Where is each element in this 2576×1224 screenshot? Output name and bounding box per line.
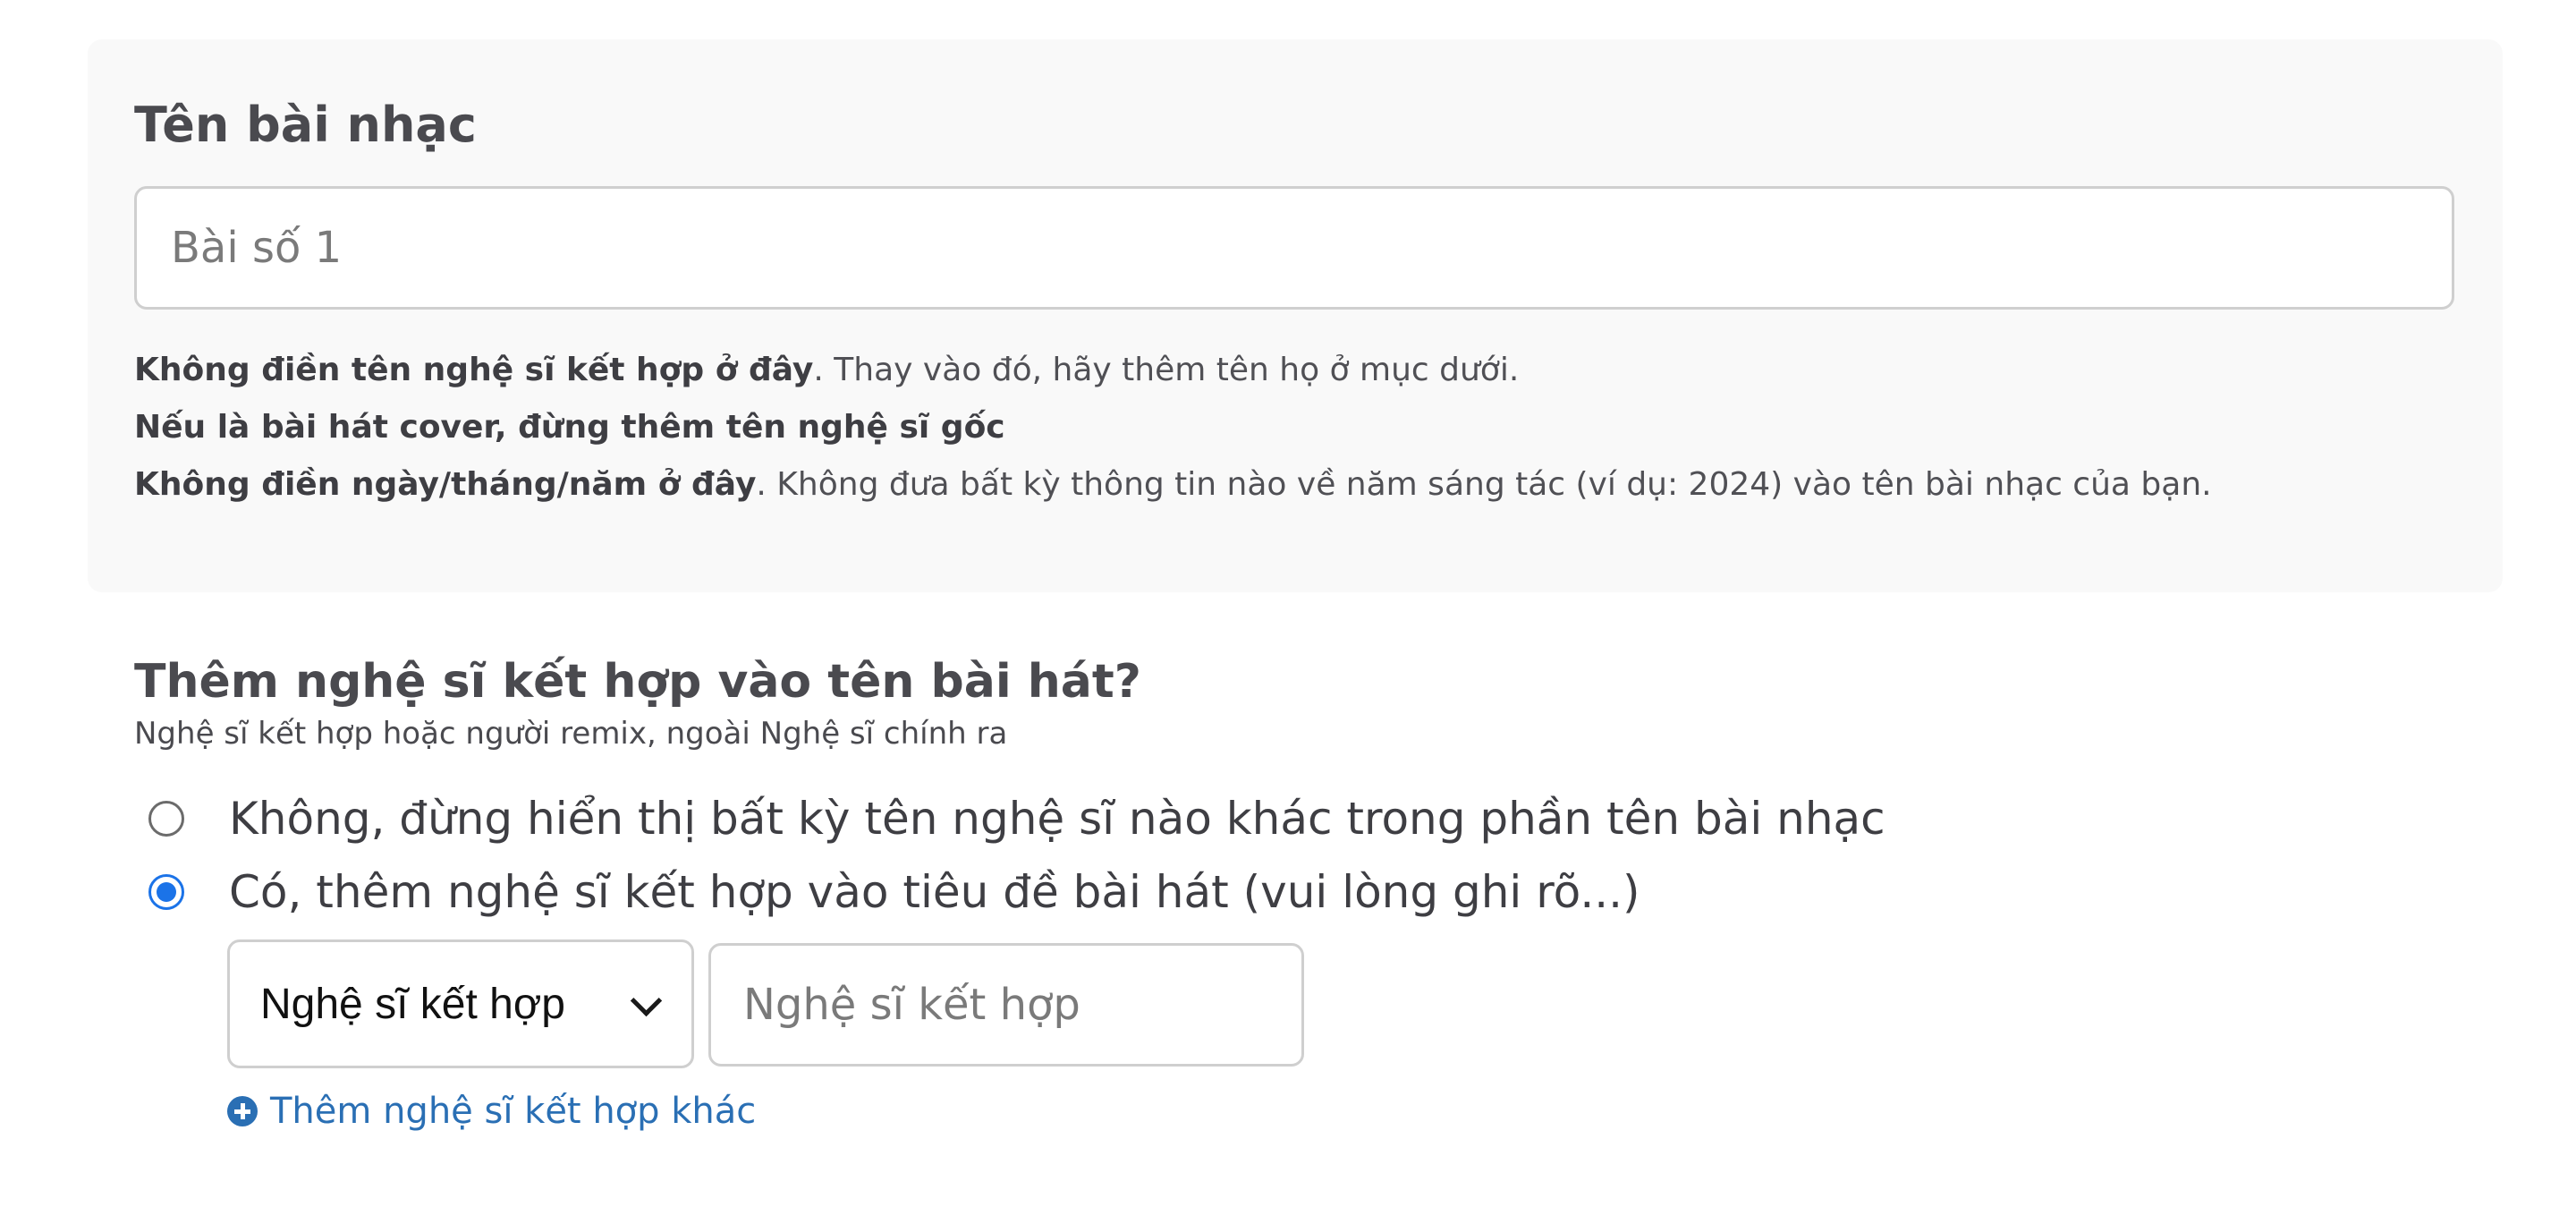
- featured-artists-title: Thêm nghệ sĩ kết hợp vào tên bài hát?: [134, 655, 1141, 709]
- radio-no-circle[interactable]: [148, 801, 184, 837]
- help-line-date-text: . Không đưa bất kỳ thông tin nào về năm …: [756, 466, 2212, 503]
- radio-option-no-label: Không, đừng hiển thị bất kỳ tên nghệ sĩ …: [229, 793, 1885, 845]
- help-line-cover-bold: Nếu là bài hát cover, đừng thêm tên nghệ…: [134, 409, 1005, 446]
- help-line-collab-text: . Thay vào đó, hãy thêm tên họ ở mục dướ…: [813, 352, 1520, 388]
- artist-role-select-value: Nghệ sĩ kết hợp: [260, 980, 565, 1028]
- radio-option-yes[interactable]: Có, thêm nghệ sĩ kết hợp vào tiêu đề bài…: [148, 861, 1640, 923]
- add-featured-artist-label: Thêm nghệ sĩ kết hợp khác: [270, 1091, 757, 1132]
- help-line-date: Không điền ngày/tháng/năm ở đây. Không đ…: [134, 463, 2212, 506]
- radio-option-no[interactable]: Không, đừng hiển thị bất kỳ tên nghệ sĩ …: [148, 787, 1885, 850]
- help-line-collab-bold: Không điền tên nghệ sĩ kết hợp ở đây: [134, 352, 814, 388]
- help-line-date-bold: Không điền ngày/tháng/năm ở đây: [134, 466, 757, 503]
- help-line-collab: Không điền tên nghệ sĩ kết hợp ở đây. Th…: [134, 349, 1519, 392]
- artist-role-select[interactable]: Nghệ sĩ kết hợp: [227, 939, 694, 1068]
- track-title-label: Tên bài nhạc: [134, 97, 477, 153]
- radio-yes-circle[interactable]: [148, 874, 184, 910]
- track-title-input[interactable]: [134, 186, 2454, 310]
- featured-artists-subtitle: Nghệ sĩ kết hợp hoặc người remix, ngoài …: [134, 716, 1008, 752]
- plus-circle-icon: [227, 1096, 258, 1126]
- radio-option-yes-label: Có, thêm nghệ sĩ kết hợp vào tiêu đề bài…: [229, 866, 1640, 918]
- add-featured-artist-link[interactable]: Thêm nghệ sĩ kết hợp khác: [227, 1086, 756, 1136]
- help-line-cover: Nếu là bài hát cover, đừng thêm tên nghệ…: [134, 406, 1005, 449]
- featured-artist-name-input[interactable]: [708, 943, 1304, 1067]
- chevron-down-icon: [630, 984, 663, 1017]
